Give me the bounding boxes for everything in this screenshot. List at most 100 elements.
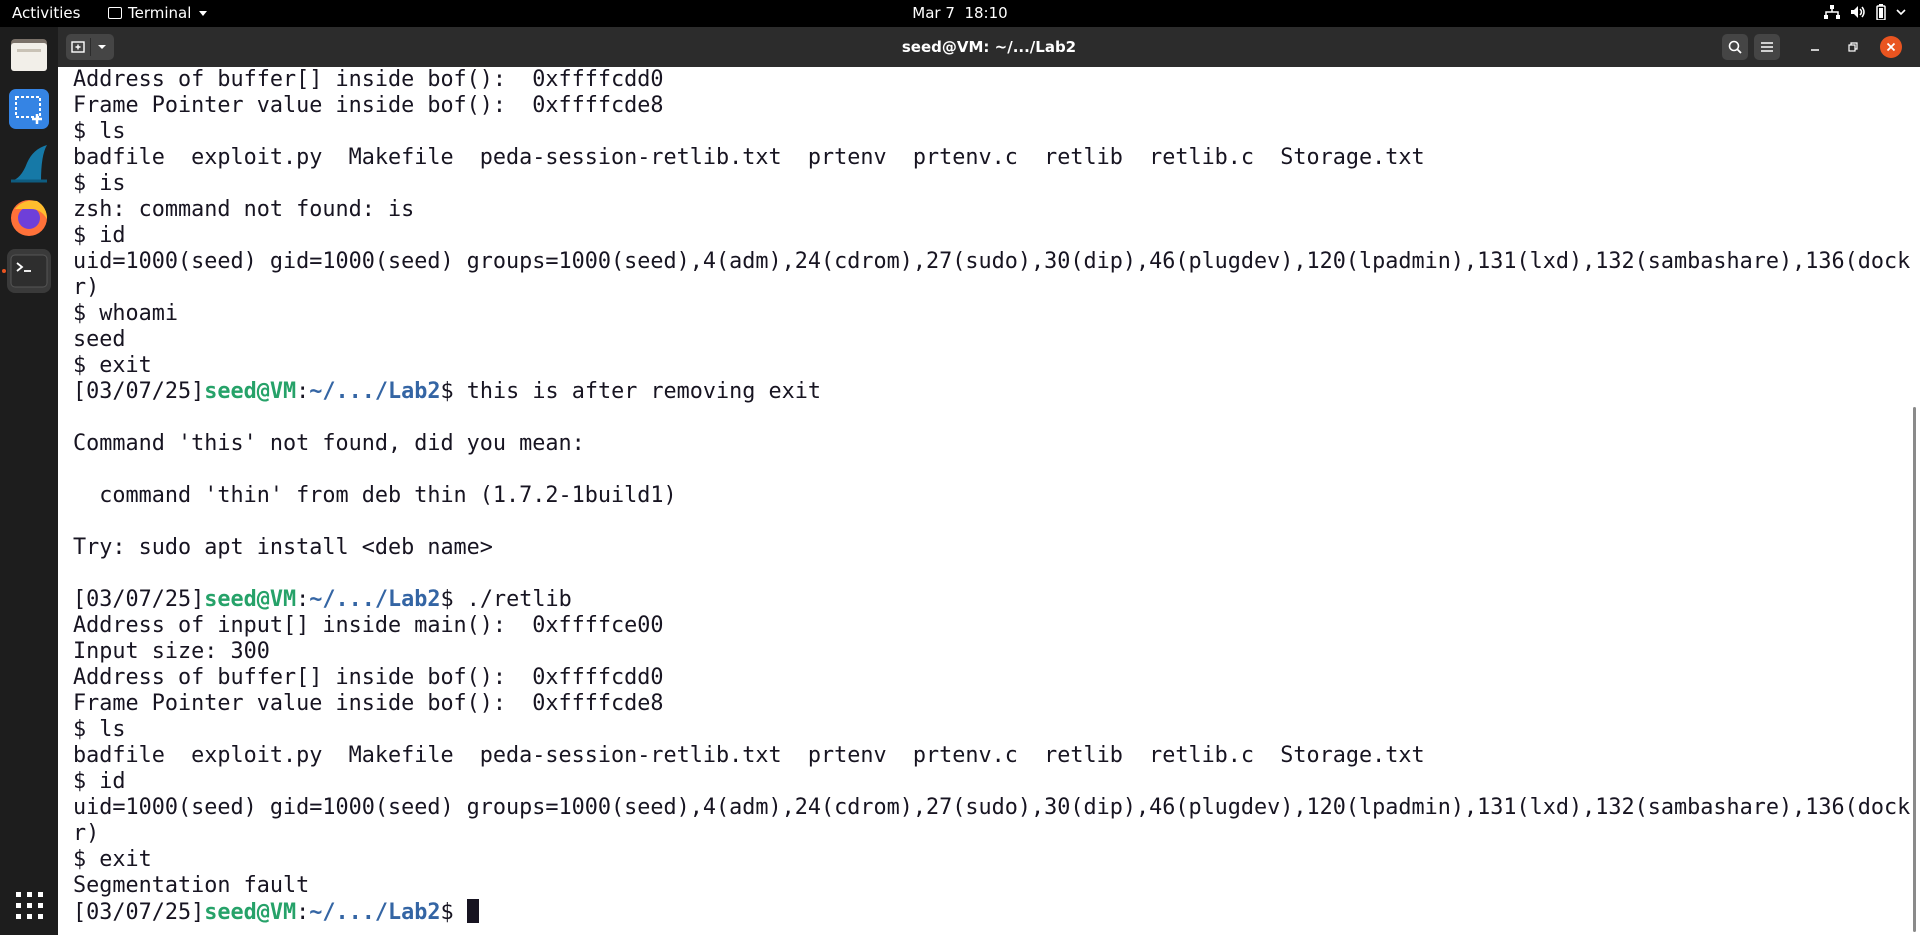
line-text: $ whoami (73, 301, 178, 326)
line-text: r) (73, 275, 100, 300)
system-status-area[interactable] (1824, 4, 1906, 20)
battery-icon (1876, 4, 1886, 20)
output-line: seed (73, 327, 1910, 353)
window-title: seed@VM: ~/.../Lab2 (901, 38, 1077, 56)
minimize-icon (1811, 49, 1819, 51)
output-line: Address of buffer[] inside bof(): 0xffff… (73, 67, 1910, 93)
chevron-down-icon (1896, 9, 1906, 16)
output-line: Input size: 300 (73, 639, 1910, 665)
line-text: seed (73, 327, 126, 352)
output-line: command 'thin' from deb thin (1.7.2-1bui… (73, 483, 1910, 509)
prompt-colon: : (296, 900, 310, 925)
line-text: uid=1000(seed) gid=1000(seed) groups=100… (73, 249, 1910, 274)
clock-time: 18:10 (964, 4, 1008, 22)
output-line: badfile exploit.py Makefile peda-session… (73, 145, 1910, 171)
line-text: r) (73, 821, 100, 846)
line-text: Frame Pointer value inside bof(): 0xffff… (73, 93, 664, 118)
prompt-dollar: $ (440, 900, 467, 925)
prompt-path: ~/.../Lab2 (309, 587, 441, 612)
firefox-icon[interactable] (7, 195, 51, 239)
output-line: r) (73, 821, 1910, 847)
terminal-lines: Address of buffer[] inside bof(): 0xffff… (73, 67, 1910, 925)
search-button[interactable] (1722, 34, 1748, 60)
line-text: badfile exploit.py Makefile peda-session… (73, 743, 1425, 768)
prompt-user: seed@VM (204, 379, 297, 404)
prompt-user: seed@VM (204, 587, 297, 612)
line-text: $ exit (73, 353, 152, 378)
screenshot-icon[interactable] (7, 87, 51, 131)
search-icon (1728, 40, 1742, 54)
command-text: this is after removing exit (466, 379, 822, 404)
close-button[interactable] (1880, 36, 1902, 58)
line-text: Address of input[] inside main(): 0xffff… (73, 613, 664, 638)
line-text: uid=1000(seed) gid=1000(seed) groups=100… (73, 795, 1910, 820)
menu-button[interactable] (1754, 34, 1780, 60)
maximize-button[interactable] (1842, 36, 1864, 58)
prompt-line: [03/07/25]seed@VM:~/.../Lab2$ (73, 899, 1910, 925)
line-text: $ id (73, 769, 126, 794)
line-text: zsh: command not found: is (73, 197, 415, 222)
hamburger-icon (1761, 42, 1773, 52)
output-line: badfile exploit.py Makefile peda-session… (73, 743, 1910, 769)
scrollbar-thumb[interactable] (1913, 407, 1916, 932)
line-text: $ is (73, 171, 126, 196)
output-line: Try: sudo apt install <deb name> (73, 535, 1910, 561)
prompt-colon: : (296, 587, 310, 612)
network-icon (1824, 5, 1840, 19)
line-text: Try: sudo apt install <deb name> (73, 535, 493, 560)
output-line: $ is (73, 171, 1910, 197)
line-text: Address of buffer[] inside bof(): 0xffff… (73, 67, 664, 92)
output-line: zsh: command not found: is (73, 197, 1910, 223)
output-line: Segmentation fault (73, 873, 1910, 899)
line-text: Frame Pointer value inside bof(): 0xffff… (73, 691, 664, 716)
prompt-line: [03/07/25]seed@VM:~/.../Lab2$ this is af… (73, 379, 1910, 405)
output-line: Command 'this' not found, did you mean: (73, 431, 1910, 457)
output-line: $ id (73, 223, 1910, 249)
line-text: badfile exploit.py Makefile peda-session… (73, 145, 1425, 170)
output-line: $ ls (73, 717, 1910, 743)
line-text: $ ls (73, 717, 126, 742)
output-line: Frame Pointer value inside bof(): 0xffff… (73, 691, 1910, 717)
prompt-date: [03/07/25] (73, 379, 205, 404)
line-text: Segmentation fault (73, 873, 310, 898)
title-bar[interactable]: seed@VM: ~/.../Lab2 (58, 27, 1920, 67)
clock-date: Mar 7 (912, 4, 955, 22)
prompt-path: ~/.../Lab2 (309, 379, 441, 404)
output-line: $ id (73, 769, 1910, 795)
line-text: Command 'this' not found, did you mean: (73, 431, 585, 456)
output-line: uid=1000(seed) gid=1000(seed) groups=100… (73, 249, 1910, 275)
prompt-date: [03/07/25] (73, 587, 205, 612)
scrollbar[interactable] (1910, 67, 1920, 935)
prompt-line: [03/07/25]seed@VM:~/.../Lab2$ ./retlib (73, 587, 1910, 613)
output-line: r) (73, 275, 1910, 301)
output-line: $ exit (73, 847, 1910, 873)
line-text: $ exit (73, 847, 152, 872)
line-text: Input size: 300 (73, 639, 270, 664)
clock[interactable]: Mar 7 18:10 (0, 4, 1920, 22)
prompt-colon: : (296, 379, 310, 404)
output-line: uid=1000(seed) gid=1000(seed) groups=100… (73, 795, 1910, 821)
volume-icon (1851, 6, 1865, 18)
terminal-icon[interactable] (7, 249, 51, 293)
minimize-button[interactable] (1804, 36, 1826, 58)
output-line: $ whoami (73, 301, 1910, 327)
top-bar: Activities Terminal Mar 7 18:10 (0, 0, 1920, 27)
command-text: ./retlib (466, 587, 572, 612)
terminal-output[interactable]: Address of buffer[] inside bof(): 0xffff… (58, 67, 1910, 935)
line-text: command 'thin' from deb thin (1.7.2-1bui… (73, 483, 677, 508)
close-icon (1886, 42, 1896, 52)
show-apps-icon[interactable] (7, 883, 51, 927)
output-line: $ exit (73, 353, 1910, 379)
prompt-user: seed@VM (204, 900, 297, 925)
line-text: $ id (73, 223, 126, 248)
wireshark-icon[interactable] (7, 141, 51, 185)
output-line: $ ls (73, 119, 1910, 145)
prompt-path: ~/.../Lab2 (309, 900, 441, 925)
output-line: Frame Pointer value inside bof(): 0xffff… (73, 93, 1910, 119)
files-icon[interactable] (7, 33, 51, 77)
output-line: Address of input[] inside main(): 0xffff… (73, 613, 1910, 639)
line-text: $ ls (73, 119, 126, 144)
